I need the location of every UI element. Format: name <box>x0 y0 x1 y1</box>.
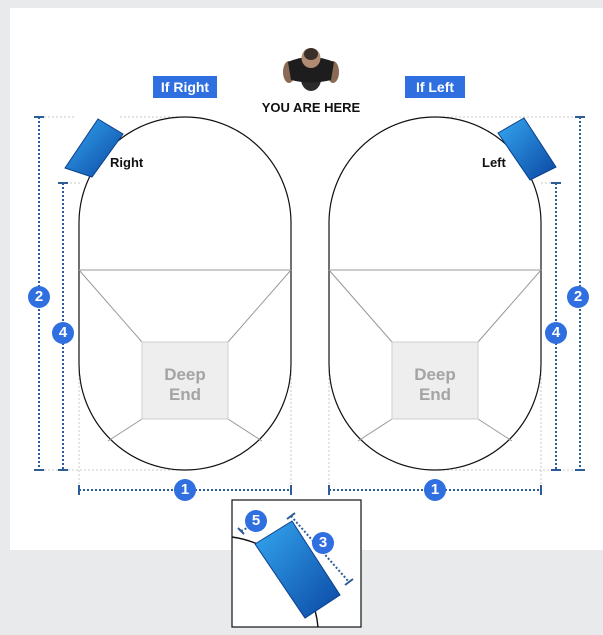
pool-if-right <box>64 116 292 471</box>
measure-badge-3: 3 <box>312 532 334 554</box>
measure-badge-1-left: 1 <box>174 479 196 501</box>
measure-badge-4-right: 4 <box>545 322 567 344</box>
measure-badge-2-left: 2 <box>28 286 50 308</box>
you-are-here-label: YOU ARE HERE <box>261 100 361 115</box>
if-left-label: If Left <box>405 76 465 98</box>
if-right-label: If Right <box>153 76 217 98</box>
person-standing-topdown-icon <box>283 48 339 91</box>
deep-end-label-left-pool: Deep End <box>414 365 456 404</box>
measure-badge-5: 5 <box>245 510 267 532</box>
step-left-label: Left <box>482 155 506 170</box>
deep-end-label-right-pool: Deep End <box>164 365 206 404</box>
measure-badge-2-right: 2 <box>567 286 589 308</box>
measure-badge-1-right: 1 <box>424 479 446 501</box>
pool-if-left <box>328 116 557 471</box>
step-right-label: Right <box>110 155 144 170</box>
measure-badge-4-left: 4 <box>52 322 74 344</box>
pool-diagram <box>34 48 585 628</box>
